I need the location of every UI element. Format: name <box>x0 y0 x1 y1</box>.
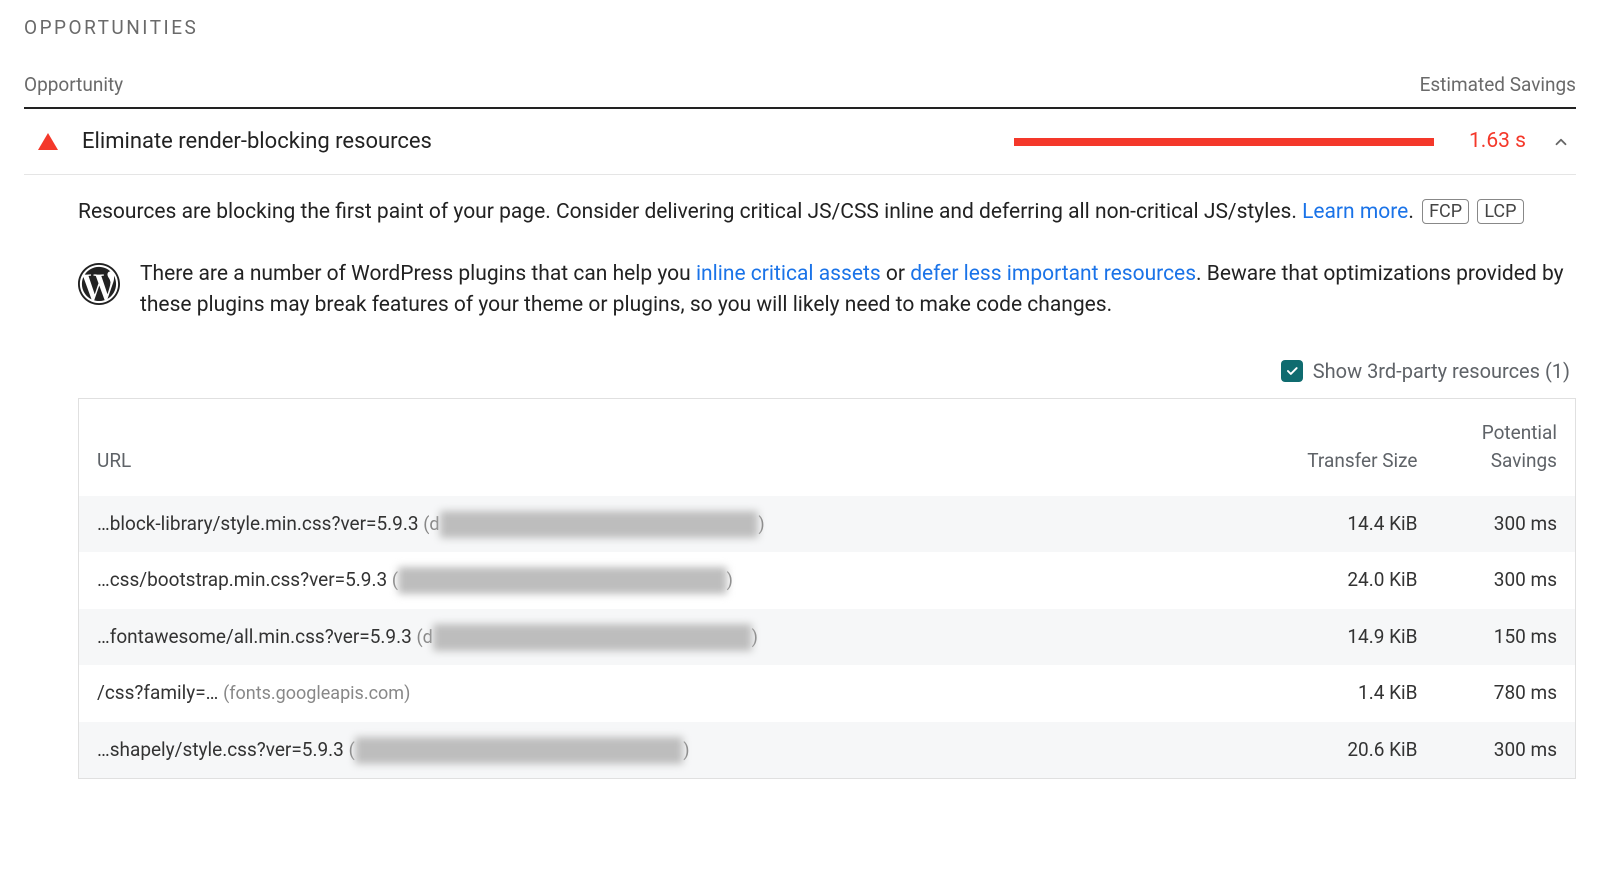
size-cell: 1.4 KiB <box>1202 665 1435 722</box>
table-header: URL Transfer Size Potential Savings <box>79 398 1576 496</box>
fcp-badge: FCP <box>1422 199 1469 224</box>
section-heading: Opportunities <box>24 14 1576 43</box>
table-row: …fontawesome/all.min.css?ver=5.9.3 (demo… <box>79 609 1576 666</box>
col-size: Transfer Size <box>1202 398 1435 496</box>
url-cell: …block-library/style.min.css?ver=5.9.3 (… <box>79 496 1203 553</box>
audit-title: Eliminate render-blocking resources <box>74 125 998 158</box>
col-savings-label: Estimated Savings <box>1420 71 1576 100</box>
third-party-label: Show 3rd-party resources (1) <box>1313 356 1570 386</box>
savings-cell: 300 ms <box>1436 496 1576 553</box>
url-cell: /css?family=… (fonts.googleapis.com) <box>79 665 1203 722</box>
lcp-badge: LCP <box>1477 199 1523 224</box>
desc-text: Resources are blocking the first paint o… <box>78 200 1302 224</box>
wordpress-hint: There are a number of WordPress plugins … <box>78 259 1576 322</box>
wp-part1: There are a number of WordPress plugins … <box>140 262 696 286</box>
savings-cell: 300 ms <box>1436 722 1576 779</box>
audit-row-render-blocking[interactable]: Eliminate render-blocking resources 1.63… <box>24 109 1576 175</box>
table-row: …block-library/style.min.css?ver=5.9.3 (… <box>79 496 1576 553</box>
wp-mid1: or <box>881 262 911 286</box>
url-cell: …fontawesome/all.min.css?ver=5.9.3 (demo… <box>79 609 1203 666</box>
savings-cell: 150 ms <box>1436 609 1576 666</box>
url-path: …css/bootstrap.min.css?ver=5.9.3 <box>97 568 392 591</box>
fail-triangle-icon <box>38 133 58 150</box>
table-header-row: Opportunity Estimated Savings <box>24 71 1576 110</box>
savings-cell: 300 ms <box>1436 552 1576 609</box>
learn-more-link[interactable]: Learn more <box>1302 200 1408 224</box>
redacted-domain: emo-website-8346-330redhostapp.com <box>440 511 759 538</box>
col-potential-savings: Potential Savings <box>1436 398 1576 496</box>
url-domain: (dema-website-8346-330redhostapp.com) <box>392 570 733 591</box>
size-cell: 14.4 KiB <box>1202 496 1435 553</box>
url-path: …block-library/style.min.css?ver=5.9.3 <box>97 512 423 535</box>
inline-assets-link[interactable]: inline critical assets <box>696 262 881 286</box>
redacted-domain: emo-website-8346-330redhostapp.com <box>433 624 752 651</box>
savings-cell: 780 ms <box>1436 665 1576 722</box>
resources-table: URL Transfer Size Potential Savings …blo… <box>78 398 1576 780</box>
audit-description: Resources are blocking the first paint o… <box>78 197 1576 229</box>
audit-details: Resources are blocking the first paint o… <box>24 175 1576 779</box>
chevron-up-icon[interactable] <box>1552 133 1570 151</box>
redacted-domain: dema-website-8041-330redhostapp.com <box>355 737 684 764</box>
table-row: …css/bootstrap.min.css?ver=5.9.3 (dema-w… <box>79 552 1576 609</box>
url-domain: (demo-website-8346-330redhostapp.com) <box>423 514 764 535</box>
url-domain: (dema-website-8041-330redhostapp.com) <box>349 740 690 761</box>
size-cell: 20.6 KiB <box>1202 722 1435 779</box>
url-path: /css?family=… <box>97 681 223 704</box>
size-cell: 14.9 KiB <box>1202 609 1435 666</box>
table-row: …shapely/style.css?ver=5.9.3 (dema-websi… <box>79 722 1576 779</box>
col-opportunity-label: Opportunity <box>24 71 123 100</box>
url-path: …fontawesome/all.min.css?ver=5.9.3 <box>97 625 416 648</box>
size-cell: 24.0 KiB <box>1202 552 1435 609</box>
third-party-toggle-row: Show 3rd-party resources (1) <box>78 356 1576 386</box>
redacted-domain: dema-website-8346-330redhostapp.com <box>398 567 727 594</box>
url-domain: (demo-website-8346-330redhostapp.com) <box>416 627 757 648</box>
third-party-checkbox[interactable] <box>1281 360 1303 382</box>
desc-after: . <box>1408 200 1419 224</box>
wordpress-hint-text: There are a number of WordPress plugins … <box>140 259 1576 322</box>
savings-bar <box>1014 138 1434 146</box>
url-cell: …css/bootstrap.min.css?ver=5.9.3 (dema-w… <box>79 552 1203 609</box>
wordpress-icon <box>78 263 120 305</box>
url-domain: (fonts.googleapis.com) <box>223 683 410 704</box>
col-url: URL <box>79 398 1203 496</box>
url-path: …shapely/style.css?ver=5.9.3 <box>97 738 349 761</box>
table-row: /css?family=… (fonts.googleapis.com)1.4 … <box>79 665 1576 722</box>
savings-value: 1.63 s <box>1462 126 1526 158</box>
url-cell: …shapely/style.css?ver=5.9.3 (dema-websi… <box>79 722 1203 779</box>
defer-resources-link[interactable]: defer less important resources <box>910 262 1196 286</box>
